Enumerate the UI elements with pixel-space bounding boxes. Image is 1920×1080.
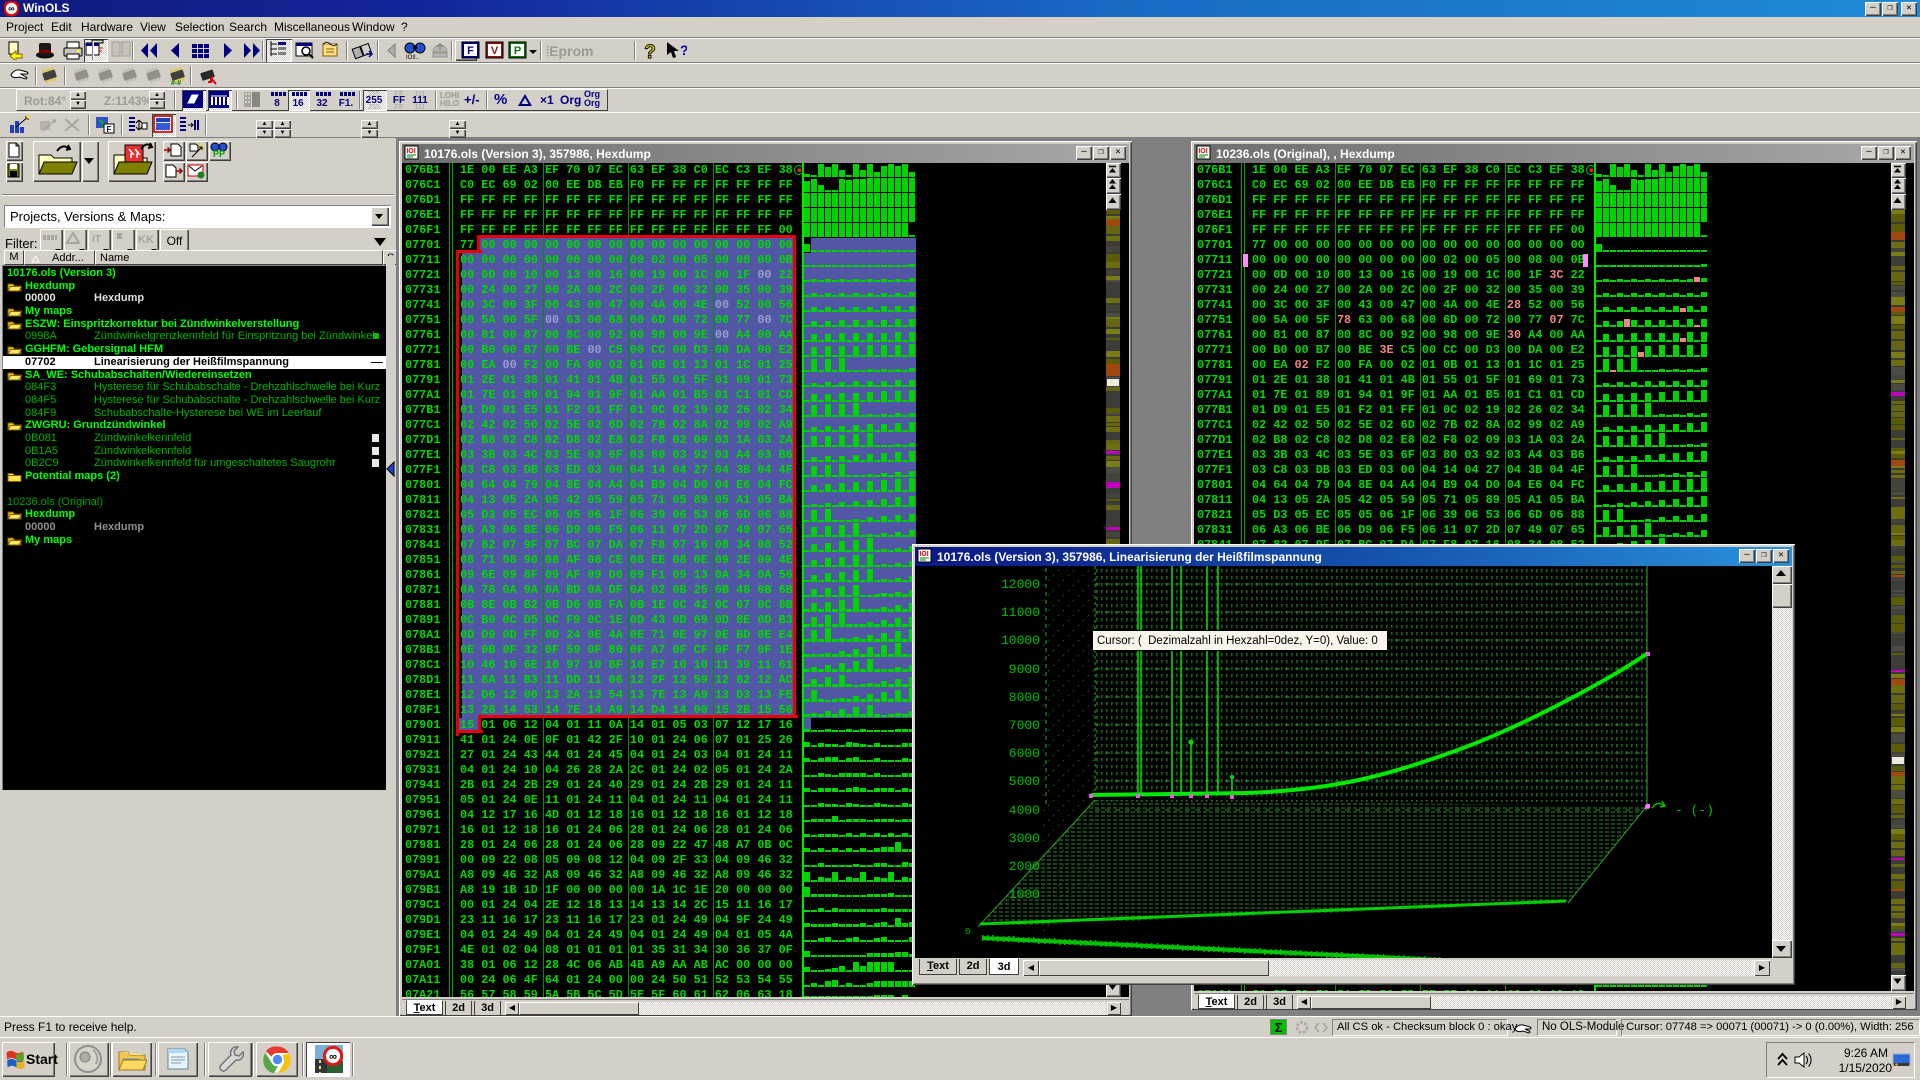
svg-text:9000: 9000: [1009, 662, 1040, 677]
svg-text:i⁢T: i⁢T: [92, 234, 101, 245]
svg-text:5000: 5000: [1009, 774, 1040, 789]
svg-text:IOII..: IOII..: [406, 55, 419, 61]
svg-text:KK: KK: [138, 234, 154, 246]
svg-text:6000: 6000: [1009, 746, 1040, 761]
svg-text:0: 0: [965, 927, 970, 937]
svg-text:7000: 7000: [1009, 718, 1040, 733]
svg-text:8000: 8000: [1009, 690, 1040, 705]
svg-text:IOI: IOI: [919, 551, 928, 558]
svg-text:11000: 11000: [1001, 605, 1040, 620]
svg-text:4000: 4000: [1009, 803, 1040, 818]
svg-text:∞: ∞: [329, 1051, 337, 1063]
svg-text:FF: FF: [395, 91, 404, 98]
svg-text:?: ?: [644, 42, 656, 62]
svg-text:255: 255: [368, 104, 380, 109]
svg-text:111: 111: [415, 91, 426, 98]
svg-text:- (-): - (-): [1675, 803, 1714, 818]
svg-text:IOI: IOI: [406, 148, 415, 155]
svg-text:255: 255: [368, 91, 380, 98]
svg-text:111: 111: [415, 104, 426, 109]
svg-text:F1.: F1.: [339, 98, 354, 109]
svg-text:?: ?: [680, 42, 687, 58]
svg-text:#-#: #-#: [171, 80, 181, 86]
svg-text:8: 8: [274, 98, 280, 109]
svg-text:F: F: [107, 125, 112, 134]
svg-text:F: F: [467, 45, 474, 57]
svg-text:Σ: Σ: [1275, 1020, 1283, 1034]
svg-text:32: 32: [316, 98, 328, 109]
svg-text:∞: ∞: [8, 4, 15, 14]
svg-text:12000: 12000: [1001, 577, 1040, 592]
svg-text:IOI: IOI: [1198, 148, 1207, 155]
svg-text:P: P: [514, 45, 521, 57]
svg-text:10000: 10000: [1001, 633, 1040, 648]
svg-text:PP: PP: [213, 149, 225, 159]
svg-text:3000: 3000: [1009, 831, 1040, 846]
svg-text:1000: 1000: [1009, 887, 1040, 902]
svg-text:FF: FF: [395, 104, 404, 109]
svg-text:2000: 2000: [1009, 859, 1040, 874]
svg-text:16: 16: [292, 98, 304, 109]
svg-text:V: V: [491, 45, 499, 57]
